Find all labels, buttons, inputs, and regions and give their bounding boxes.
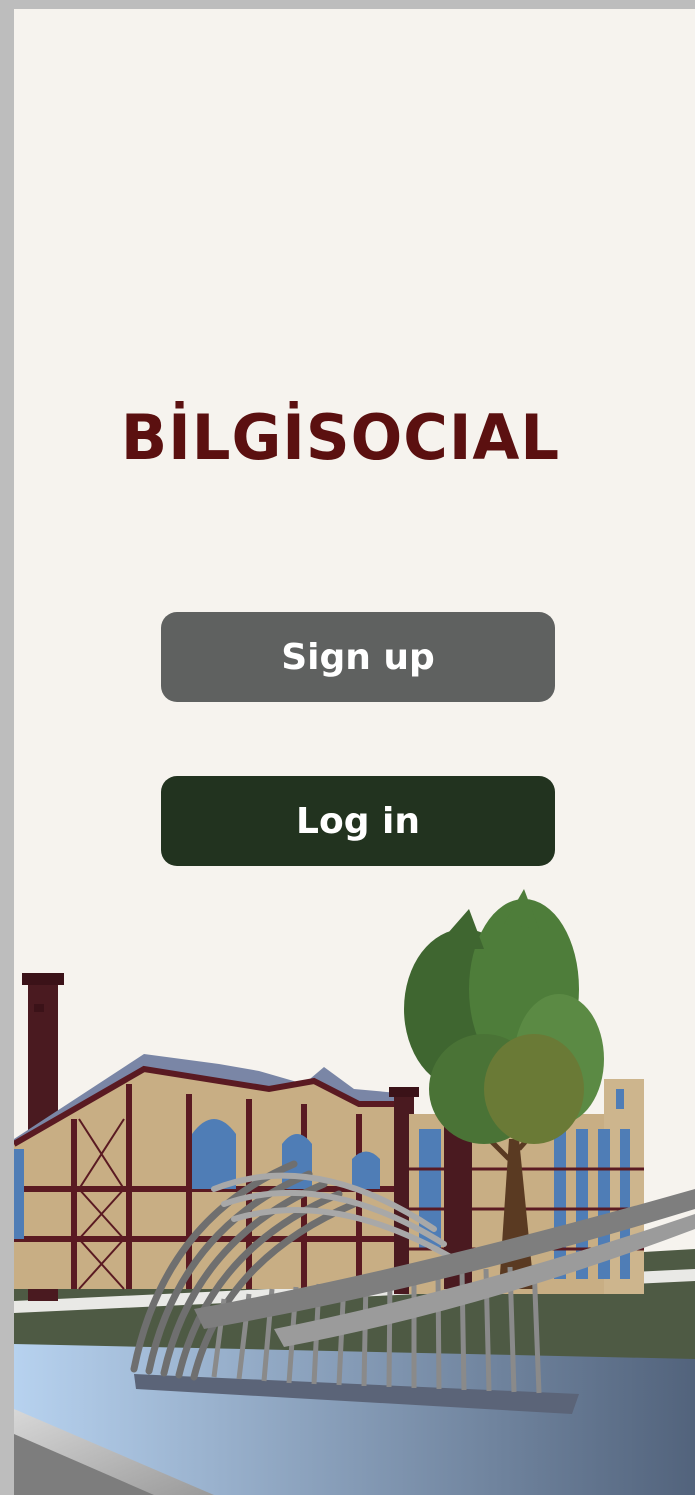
campus-scene-illustration — [14, 889, 695, 1495]
login-button-label: Log in — [296, 800, 420, 842]
signup-button-label: Sign up — [281, 636, 435, 678]
signup-button[interactable]: Sign up — [161, 612, 555, 702]
welcome-screen: BİLGİSOCIAL Sign up Log in — [14, 9, 695, 1495]
login-button[interactable]: Log in — [161, 776, 555, 866]
app-logo: BİLGİSOCIAL — [120, 401, 561, 474]
